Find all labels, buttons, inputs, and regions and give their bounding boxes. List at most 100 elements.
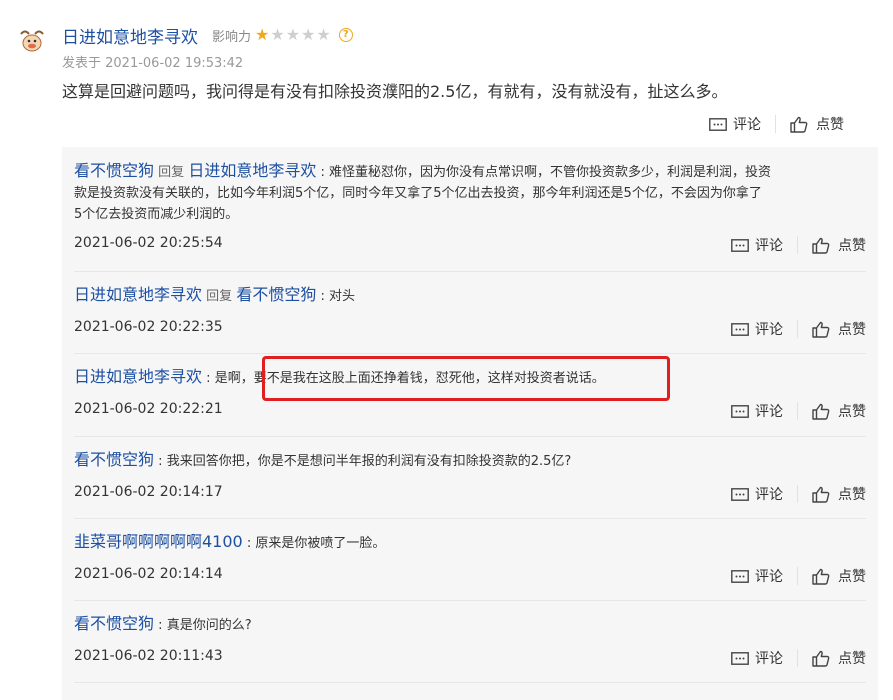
comment-label: 评论 [755, 238, 783, 254]
comment-icon [731, 238, 749, 252]
reply-colon: : [206, 371, 211, 386]
star-icon-empty: ★ [285, 25, 301, 44]
reply-like-button[interactable]: 点赞 [812, 235, 866, 255]
star-icon-empty: ★ [270, 25, 285, 44]
reply-actions: 评论 点赞 [731, 401, 866, 421]
reply-like-button[interactable]: 点赞 [812, 648, 866, 668]
reply-actions: 评论 点赞 [731, 235, 866, 255]
thumbs-up-icon [812, 321, 830, 338]
influence-label: 影响力 [212, 29, 252, 45]
reply-item: 看不惯空狗 : 我来回答你把，你是不是想问半年报的利润有没有扣除投资款的2.5亿… [74, 436, 866, 519]
thumbs-up-icon [812, 568, 830, 585]
reply-time: 2021-06-02 20:14:14 [74, 566, 223, 582]
reply-comment-button[interactable]: 评论 [731, 484, 783, 504]
reply-user[interactable]: 看不惯空狗 [74, 450, 154, 469]
post-comment-button[interactable]: 评论 [709, 114, 761, 134]
thumbs-up-icon [790, 116, 808, 133]
post-author[interactable]: 日进如意地李寻欢 [62, 23, 198, 48]
comment-label: 评论 [755, 569, 783, 585]
comment-icon [731, 404, 749, 418]
like-label: 点赞 [838, 487, 866, 503]
like-label: 点赞 [838, 569, 866, 585]
reply-comment-button[interactable]: 评论 [731, 648, 783, 668]
reply-like-button[interactable]: 点赞 [812, 319, 866, 339]
reply-like-button[interactable]: 点赞 [812, 566, 866, 586]
comment-icon [731, 487, 749, 501]
reply-item: 韭菜哥啊啊啊啊啊4100 : 原来是你被喷了一脸。 2021-06-02 20:… [74, 518, 866, 601]
reply-colon: : [246, 536, 252, 551]
comment-label: 评论 [755, 487, 783, 503]
reply-time: 2021-06-02 20:25:54 [74, 235, 223, 251]
reply-user[interactable]: 韭菜哥啊啊啊啊啊4100 [74, 532, 243, 551]
reply-target-user[interactable]: 看不惯空狗 [236, 285, 316, 304]
reply-time: 2021-06-02 20:22:21 [74, 401, 223, 417]
like-label: 点赞 [838, 238, 866, 254]
comment-label: 评论 [755, 404, 783, 420]
reply-comment-button[interactable]: 评论 [731, 319, 783, 339]
reply-item: 看不惯空狗 : 真是你问的么? 2021-06-02 20:11:43 评论 点… [74, 600, 866, 683]
reply-colon: : [158, 454, 163, 469]
post-header: 日进如意地李寻欢 影响力 ★ ★ ★ ★ ★ ? [62, 23, 353, 48]
like-label: 点赞 [838, 651, 866, 667]
highlight-annotation-box [262, 356, 670, 401]
action-divider [797, 485, 798, 503]
reply-comment-button[interactable]: 评论 [731, 566, 783, 586]
like-label: 点赞 [816, 117, 844, 133]
reply-list: 看不惯空狗 回复 日进如意地李寻欢 : 难怪董秘怼你，因为你没有点常识啊，不管你… [62, 147, 878, 700]
reply-item: 日进如意地李寻欢 回复 看不惯空狗 : 对头 2021-06-02 20:22:… [74, 271, 866, 354]
reply-user[interactable]: 日进如意地李寻欢 [74, 367, 202, 386]
post-time: 发表于 2021-06-02 19:53:42 [62, 56, 244, 71]
reply-word: 回复 [206, 289, 233, 304]
comment-label: 评论 [733, 117, 761, 133]
action-divider [797, 236, 798, 254]
influence-rating: ★ ★ ★ ★ ★ [255, 27, 332, 43]
comment-label: 评论 [755, 651, 783, 667]
reply-text-line: 5个亿去投资而减少利润的。 [74, 207, 239, 222]
reply-content: 韭菜哥啊啊啊啊啊4100 : 原来是你被喷了一脸。 [74, 531, 866, 554]
reply-colon: : [320, 289, 325, 304]
comment-icon [731, 322, 749, 336]
thumbs-up-icon [812, 486, 830, 503]
reply-actions: 评论 点赞 [731, 566, 866, 586]
thumbs-up-icon [812, 403, 830, 420]
reply-user[interactable]: 看不惯空狗 [74, 161, 154, 180]
reply-actions: 评论 点赞 [731, 648, 866, 668]
reply-actions: 评论 点赞 [731, 484, 866, 504]
reply-text-line: 难怪董秘怼你，因为你没有点常识啊，不管你投资款多少，利润是利润，投资 [329, 165, 772, 180]
like-label: 点赞 [838, 404, 866, 420]
star-icon-empty: ★ [316, 25, 331, 44]
help-icon[interactable]: ? [338, 28, 353, 42]
action-divider [797, 402, 798, 420]
user-avatar-icon[interactable] [18, 27, 46, 53]
reply-time: 2021-06-02 20:22:35 [74, 319, 223, 335]
post-like-button[interactable]: 点赞 [790, 114, 844, 134]
reply-text-line: 款是投资款没有关联的，比如今年利润5个亿，同时今年又拿了5个亿出去投资，那今年利… [74, 186, 762, 201]
reply-target-user[interactable]: 日进如意地李寻欢 [188, 161, 316, 180]
reply-text: 对头 [329, 289, 356, 304]
action-divider [797, 320, 798, 338]
reply-colon: : [158, 618, 163, 633]
comment-label: 评论 [755, 322, 783, 338]
like-label: 点赞 [838, 322, 866, 338]
reply-comment-button[interactable]: 评论 [731, 235, 783, 255]
reply-like-button[interactable]: 点赞 [812, 484, 866, 504]
comment-icon [709, 117, 727, 131]
reply-comment-button[interactable]: 评论 [731, 401, 783, 421]
thumbs-up-icon [812, 237, 830, 254]
action-divider [797, 649, 798, 667]
comment-icon [731, 651, 749, 665]
reply-content: 看不惯空狗 回复 日进如意地李寻欢 : 难怪董秘怼你，因为你没有点常识啊，不管你… [74, 160, 866, 225]
reply-content: 看不惯空狗 : 我来回答你把，你是不是想问半年报的利润有没有扣除投资款的2.5亿… [74, 449, 866, 472]
reply-text: 真是你问的么? [166, 618, 252, 633]
reply-user[interactable]: 看不惯空狗 [74, 614, 154, 633]
reply-time: 2021-06-02 20:11:43 [74, 648, 223, 664]
reply-word: 回复 [158, 165, 185, 180]
thumbs-up-icon [812, 650, 830, 667]
star-icon-empty: ★ [301, 25, 316, 44]
action-divider [797, 567, 798, 585]
reply-like-button[interactable]: 点赞 [812, 401, 866, 421]
reply-user[interactable]: 日进如意地李寻欢 [74, 285, 202, 304]
post-actions: 评论 点赞 [709, 114, 844, 134]
reply-item: 看不惯空狗 回复 日进如意地李寻欢 : 难怪董秘怼你，因为你没有点常识啊，不管你… [74, 160, 866, 272]
star-icon-filled: ★ [255, 25, 270, 44]
